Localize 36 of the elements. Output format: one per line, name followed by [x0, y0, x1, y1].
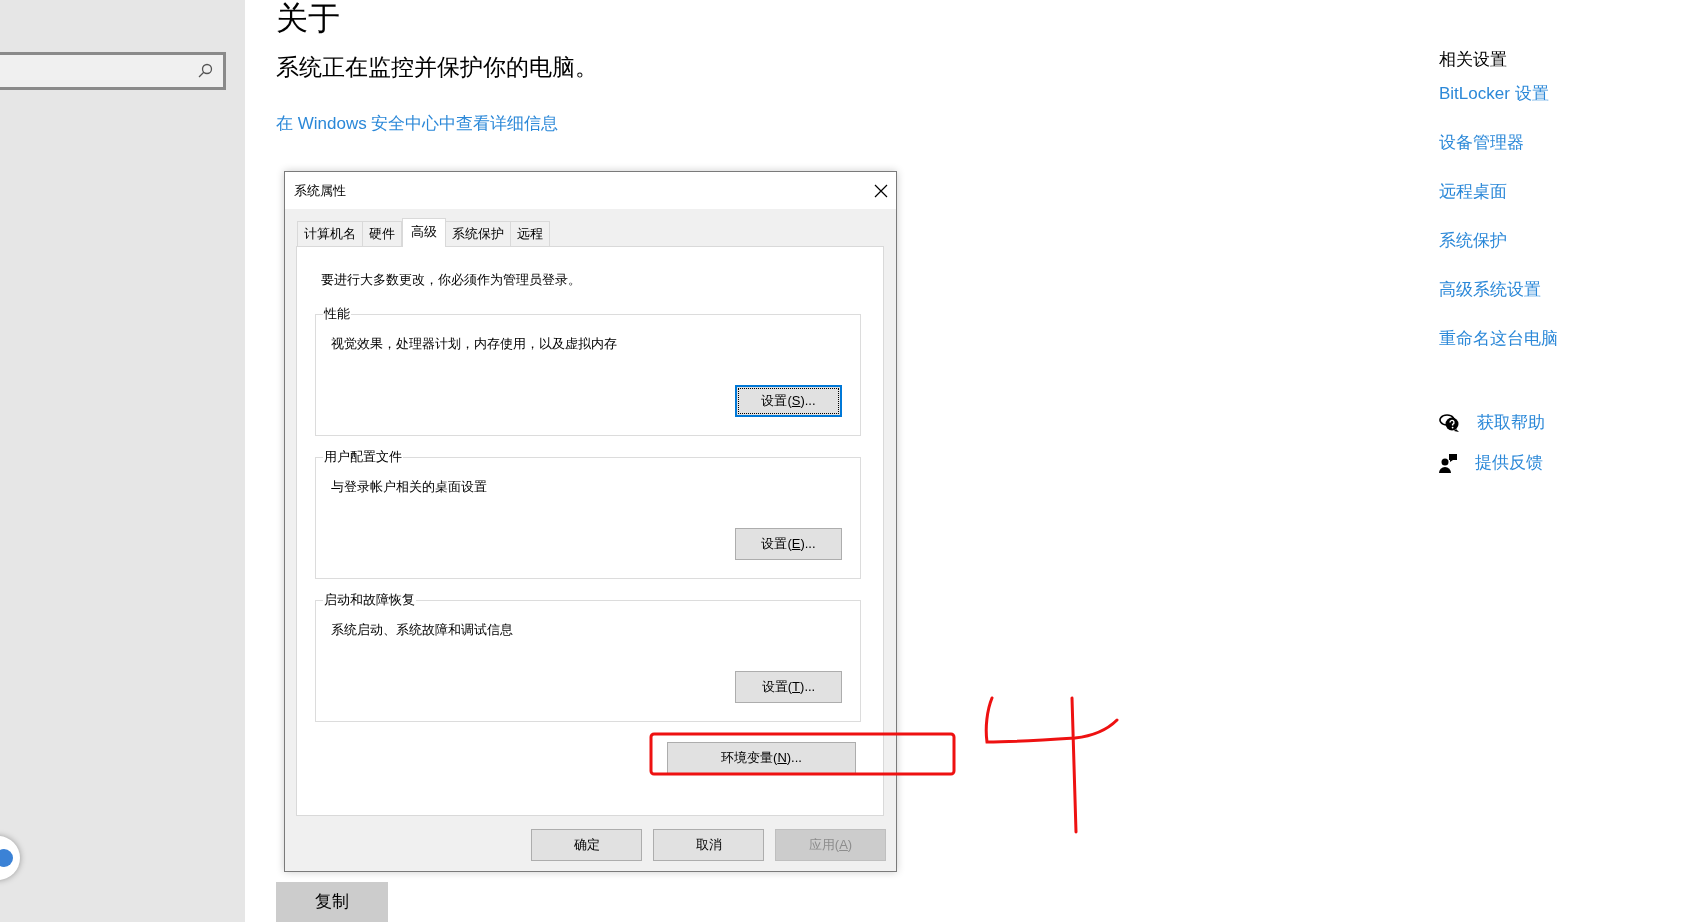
related-settings-link[interactable]: 高级系统设置	[1439, 278, 1541, 302]
group-title: 用户配置文件	[323, 448, 403, 466]
settings-button[interactable]: 设置(E)...	[735, 528, 842, 560]
group-title: 启动和故障恢复	[323, 591, 416, 609]
related-settings-link[interactable]: 系统保护	[1439, 229, 1507, 253]
admin-note: 要进行大多数更改，你必须作为管理员登录。	[320, 272, 582, 288]
page-title: 关于	[276, 0, 340, 36]
settings-button[interactable]: 设置(S)...	[735, 385, 842, 417]
help-link[interactable]: 提供反馈	[1475, 450, 1543, 476]
dialog-tab[interactable]: 计算机名	[297, 221, 363, 246]
dialog-title: 系统属性	[294, 181, 346, 200]
dialog-button[interactable]: 取消	[653, 829, 764, 861]
environment-variables-button[interactable]: 环境变量(N)...	[667, 742, 856, 774]
dialog-button[interactable]: 确定	[531, 829, 642, 861]
help-chat-icon	[1439, 413, 1461, 433]
group-title: 性能	[323, 305, 351, 323]
search-field[interactable]	[0, 52, 226, 90]
close-icon[interactable]	[874, 183, 888, 198]
related-settings-link[interactable]: 远程桌面	[1439, 180, 1507, 204]
search-icon	[197, 63, 213, 79]
dialog-tab[interactable]: 高级	[402, 218, 446, 247]
help-link[interactable]: 获取帮助	[1477, 410, 1545, 436]
related-settings-link[interactable]: BitLocker 设置	[1439, 82, 1549, 106]
dialog-tab[interactable]: 硬件	[362, 221, 402, 246]
group-description: 系统启动、系统故障和调试信息	[330, 621, 513, 639]
person-feedback-icon	[1439, 453, 1459, 473]
security-status: 系统正在监控并保护你的电脑。	[276, 53, 599, 82]
dialog-tab[interactable]: 远程	[510, 221, 550, 246]
group-description: 视觉效果，处理器计划，内存使用，以及虚拟内存	[330, 335, 617, 353]
related-settings-link[interactable]: 设备管理器	[1439, 131, 1524, 155]
security-link[interactable]: 在 Windows 安全中心中查看详细信息	[276, 110, 559, 136]
settings-button[interactable]: 设置(T)...	[735, 671, 842, 703]
related-settings-link[interactable]: 重命名这台电脑	[1439, 327, 1558, 351]
copy-button[interactable]: 复制	[276, 882, 388, 922]
related-settings-heading: 相关设置	[1439, 49, 1508, 71]
group-description: 与登录帐户相关的桌面设置	[330, 478, 487, 496]
